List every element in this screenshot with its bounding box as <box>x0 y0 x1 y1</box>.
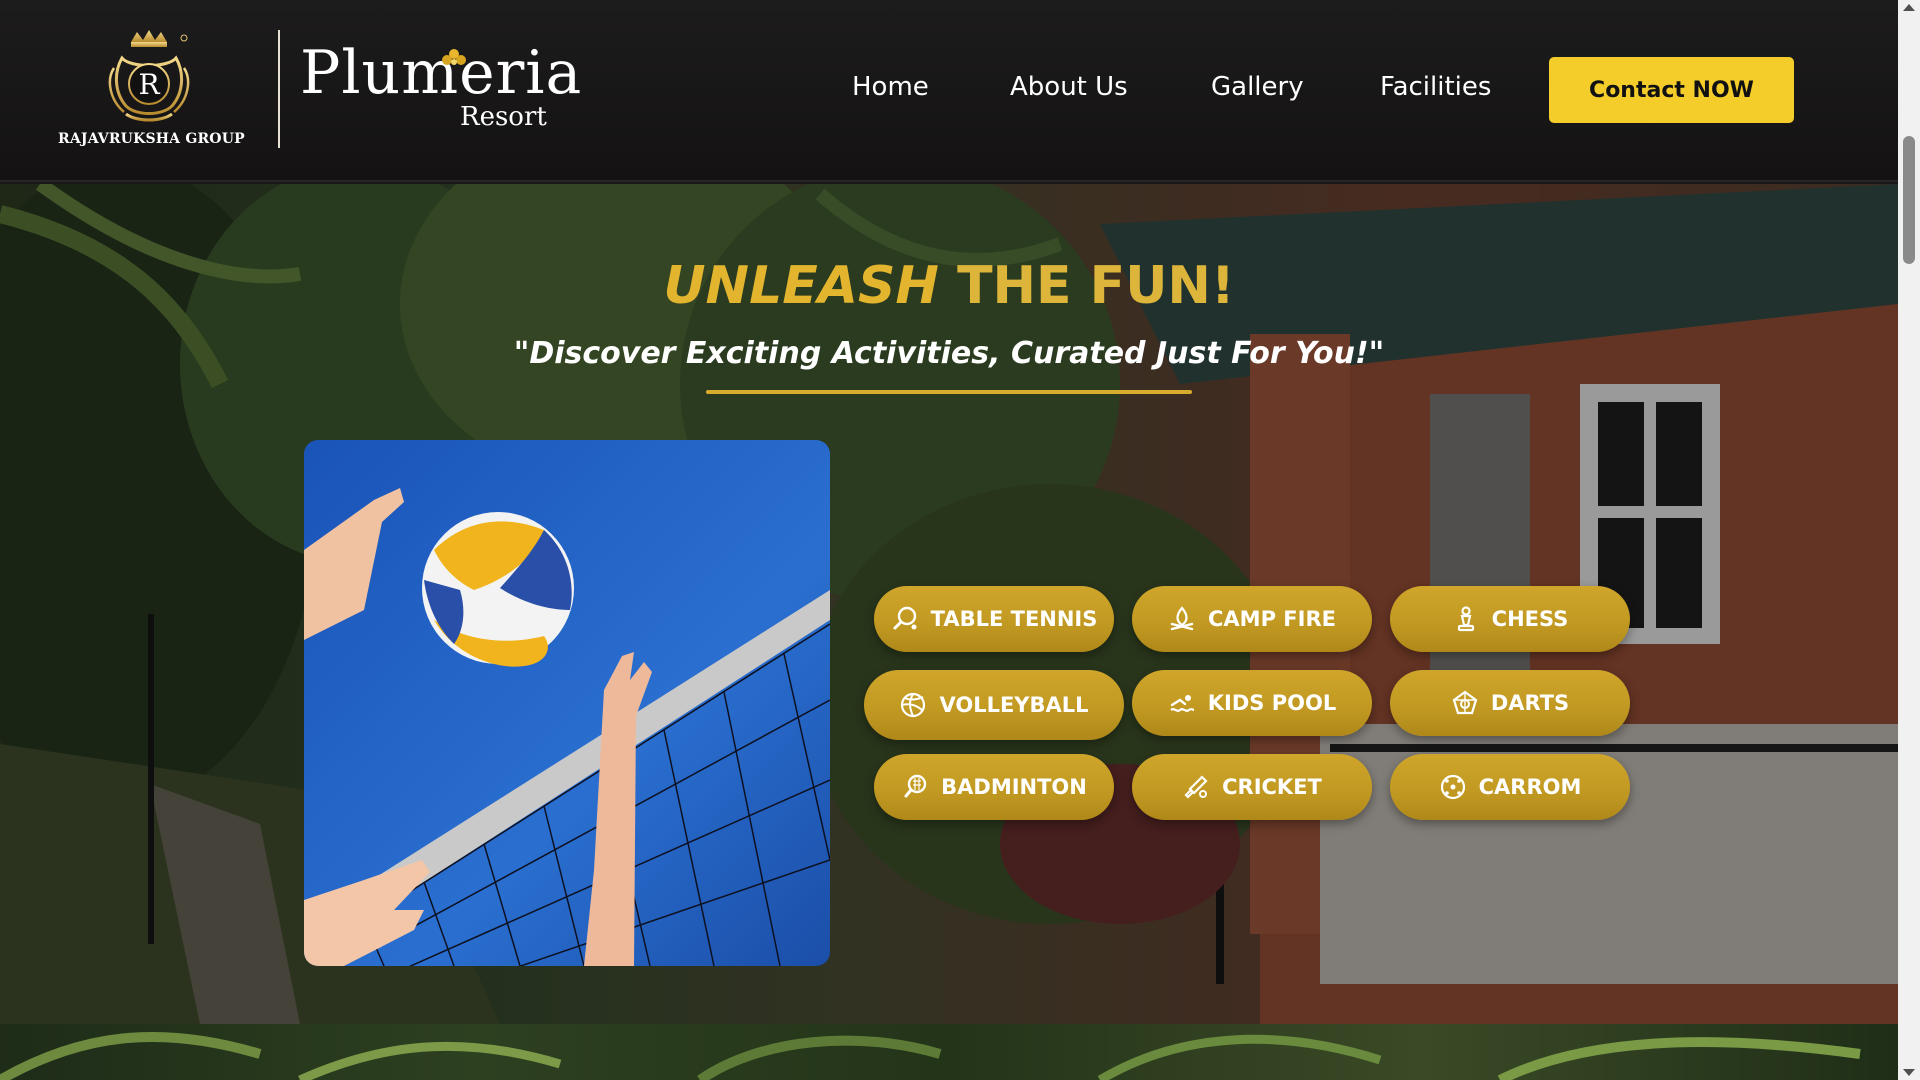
nav-home[interactable]: Home <box>852 72 929 102</box>
campfire-icon <box>1170 606 1194 631</box>
hero-title-accent: UNLEASH <box>663 256 939 316</box>
activity-chess[interactable]: CHESS <box>1390 586 1630 652</box>
page-scrollbar[interactable] <box>1898 0 1920 1080</box>
volleyball-photo <box>304 440 830 966</box>
activity-table-tennis[interactable]: TABLE TENNIS <box>874 586 1114 652</box>
nav-gallery[interactable]: Gallery <box>1211 72 1304 102</box>
activities-hero: UNLEASH THE FUN! "Discover Exciting Acti… <box>0 184 1898 1024</box>
carrom-icon <box>1440 774 1465 800</box>
dartboard-icon <box>1452 690 1478 715</box>
nav-facilities[interactable]: Facilities <box>1380 72 1491 102</box>
activity-label: VOLLEYBALL <box>939 693 1089 717</box>
nav-about-us[interactable]: About Us <box>1010 72 1128 102</box>
volleyball-icon <box>901 692 926 718</box>
hero-subtitle: "Discover Exciting Activities, Curated J… <box>513 336 1385 371</box>
site-header: R RAJAVRUKSHA GROUP Plumeria Resort Home… <box>0 0 1898 182</box>
group-logo[interactable]: R RAJAVRUKSHA GROUP <box>58 28 245 152</box>
resort-subtitle: Resort <box>460 102 547 132</box>
palm-foliage-image <box>0 1032 1861 1080</box>
activity-kids-pool[interactable]: KIDS POOL <box>1132 670 1372 736</box>
activity-label: TABLE TENNIS <box>930 607 1098 631</box>
svg-text:R: R <box>138 68 160 101</box>
brand-divider <box>278 30 280 148</box>
group-name: RAJAVRUKSHA GROUP <box>58 131 245 147</box>
activity-label: CAMP FIRE <box>1208 607 1336 631</box>
activity-label: CARROM <box>1478 775 1582 799</box>
volleyball-illustration <box>304 440 830 966</box>
activity-label: KIDS POOL <box>1207 691 1337 715</box>
cricket-bat-icon <box>1184 775 1208 799</box>
scroll-down-arrow-icon[interactable] <box>1903 1069 1915 1076</box>
activity-camp-fire[interactable]: CAMP FIRE <box>1132 586 1372 652</box>
hero-divider <box>706 390 1192 394</box>
activity-carrom[interactable]: CARROM <box>1390 754 1630 820</box>
scroll-up-arrow-icon[interactable] <box>1903 4 1915 11</box>
hero-title: UNLEASH THE FUN! <box>0 256 1898 316</box>
crest-icon: R <box>108 30 190 122</box>
chess-icon <box>1457 606 1474 632</box>
hero-title-rest: THE FUN! <box>957 256 1235 316</box>
contact-now-button[interactable]: Contact NOW <box>1549 57 1794 123</box>
activity-badminton[interactable]: BADMINTON <box>874 754 1114 820</box>
table-tennis-icon <box>893 606 917 630</box>
activity-volleyball[interactable]: VOLLEYBALL <box>864 670 1124 740</box>
shuttlecock-icon <box>904 774 927 798</box>
activity-label: BADMINTON <box>941 775 1087 799</box>
activity-cricket[interactable]: CRICKET <box>1132 754 1372 820</box>
activity-label: CHESS <box>1491 607 1569 631</box>
swimmer-icon <box>1170 695 1194 712</box>
next-section-image <box>0 1024 1898 1080</box>
scroll-thumb[interactable] <box>1903 136 1915 264</box>
activity-label: CRICKET <box>1222 775 1322 799</box>
plumeria-flower-icon <box>442 49 466 65</box>
activity-label: DARTS <box>1490 691 1570 715</box>
activity-darts[interactable]: DARTS <box>1390 670 1630 736</box>
